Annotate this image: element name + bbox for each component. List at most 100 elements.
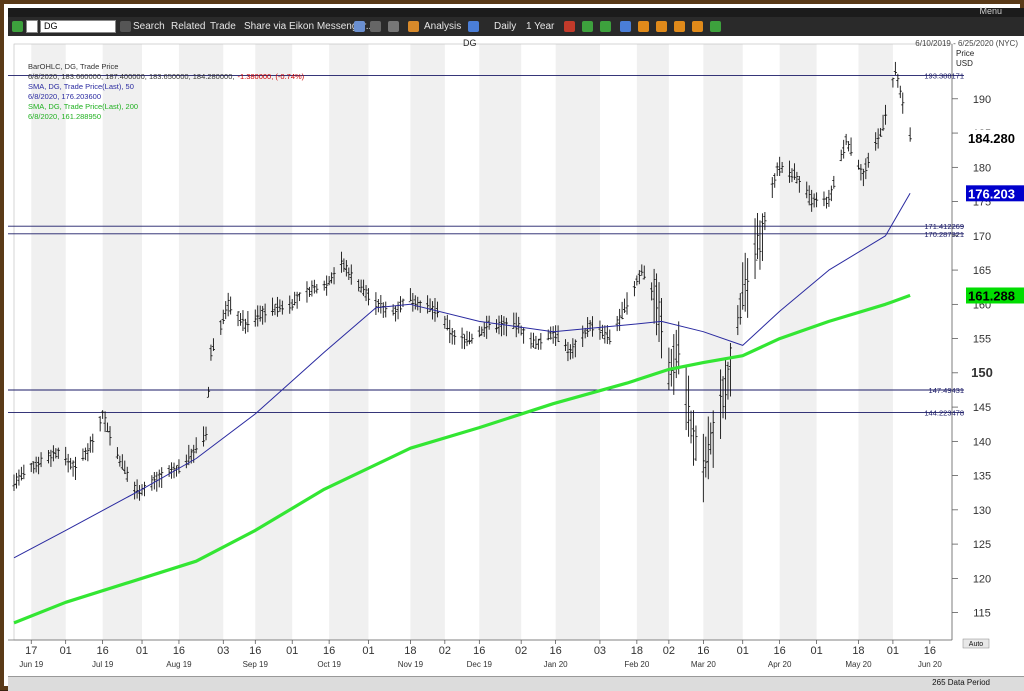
month-band [102, 44, 143, 640]
legend-line-5: SMA, DG, Trade Price(Last), 200 [28, 102, 138, 111]
legend-line-3: SMA, DG, Trade Price(Last), 50 [28, 82, 134, 91]
x-tick-label: 02 [515, 645, 527, 657]
x-tick-label: 18 [852, 645, 864, 657]
x-tick-label: 16 [697, 645, 709, 657]
x-month-label: Jul 19 [92, 660, 114, 669]
x-tick-label: 16 [249, 645, 261, 657]
ohlc-bars [12, 61, 912, 503]
y-tick-label: 130 [973, 505, 991, 517]
y-tick-label: 190 [973, 94, 991, 106]
status-bar: 265 Data Period [8, 676, 1024, 691]
redo-icon[interactable] [370, 21, 381, 32]
x-tick-label: 17 [25, 645, 37, 657]
x-month-label: Nov 19 [398, 660, 424, 669]
x-month-label: Jun 19 [19, 660, 44, 669]
legend-ohlc: 6/8/2020, 183.660000, 187.400000, 183.65… [28, 72, 234, 81]
search-icon[interactable] [26, 20, 38, 33]
period-select[interactable]: 1 Year [526, 17, 554, 36]
x-tick-label: 01 [810, 645, 822, 657]
y-tick-label: 120 [973, 573, 991, 585]
month-band [555, 44, 600, 640]
last-value-label: 184.280 [968, 131, 1015, 146]
scroll-left-icon[interactable] [638, 21, 649, 32]
x-month-label: Oct 19 [317, 660, 341, 669]
bar-chart-icon[interactable] [582, 21, 593, 32]
chart-area[interactable]: 193.388171 171.412269 170.287921 147.49431 1… [8, 36, 1024, 676]
y-tick-label: 155 [973, 334, 991, 346]
analysis-menu[interactable]: Analysis [424, 17, 461, 36]
x-tick-label: 16 [473, 645, 485, 657]
price-chart[interactable]: 193.388171171.412269170.287921147.494311… [8, 36, 1024, 676]
horizontal-line-label: 170.287921 [924, 230, 964, 239]
x-tick-label: 16 [173, 645, 185, 657]
y-tick-label: 140 [973, 436, 991, 448]
search-button[interactable]: Search [133, 17, 165, 36]
month-band [329, 44, 369, 640]
x-tick-label: 16 [550, 645, 562, 657]
chart-type-icon[interactable] [564, 21, 575, 32]
x-month-label: Jun 20 [918, 660, 943, 669]
x-tick-label: 16 [774, 645, 786, 657]
y-tick-label: 180 [973, 162, 991, 174]
x-month-label: Mar 20 [691, 660, 716, 669]
y-axis-label-line-2: USD [956, 59, 973, 68]
legend-line-1: BarOHLC, DG, Trade Price [28, 62, 118, 71]
chart-title: DG [463, 38, 477, 48]
horizontal-line-label: 144.223478 [924, 408, 964, 417]
month-band [410, 44, 445, 640]
x-tick-label: 02 [439, 645, 451, 657]
x-month-label: Aug 19 [166, 660, 192, 669]
x-axis: 17 01 16 01 16 03 16 01 16 01 18 02 16 02 16 03 18 02 16 01… [8, 639, 952, 669]
toolbar: DG Search Related Trade Share via Eikon … [8, 17, 1024, 36]
window-frame: Menu DG Search Related Trade Share via E… [0, 0, 1024, 691]
legend-line-6: 6/8/2020, 161.288950 [28, 112, 101, 121]
data-period-label: 265 Data Period [932, 678, 990, 687]
month-band [479, 44, 522, 640]
x-month-label: Jan 20 [544, 660, 569, 669]
last-value-tags: 184.280 176.203 161.288 [966, 129, 1024, 304]
y-tick-label: 115 [973, 608, 991, 620]
trade-menu[interactable]: Trade [210, 17, 236, 36]
x-tick-label: 01 [60, 645, 72, 657]
legend-line-2: 6/8/2020, 183.660000, 187.400000, 183.65… [28, 72, 305, 81]
y-tick-label: 170 [973, 231, 991, 243]
reset-icon[interactable] [692, 21, 703, 32]
menu-button[interactable]: Menu [979, 6, 1002, 16]
analysis-icon[interactable] [408, 21, 419, 32]
month-band [779, 44, 817, 640]
auto-button-label: Auto [969, 641, 984, 648]
month-bands [13, 43, 953, 641]
template-icon[interactable] [620, 21, 631, 32]
y-tick-label: 135 [973, 471, 991, 483]
month-band [703, 44, 743, 640]
last-value-label: 161.288 [968, 288, 1015, 303]
undo-icon[interactable] [354, 21, 365, 32]
x-tick-label: 02 [663, 645, 675, 657]
zoom-icon[interactable] [674, 21, 685, 32]
month-band [31, 44, 66, 640]
legend-change: -1.380000, (-0.74%) [237, 72, 304, 81]
x-tick-label: 16 [323, 645, 335, 657]
ric-input[interactable]: DG [40, 20, 116, 33]
last-value-label: 176.203 [968, 186, 1015, 201]
related-menu[interactable]: Related [171, 17, 205, 36]
month-band [636, 44, 669, 640]
y-axis-label-line-1: Price [956, 49, 975, 58]
candle-icon[interactable] [600, 21, 611, 32]
x-tick-label: 18 [631, 645, 643, 657]
sma-series [13, 193, 911, 625]
print-icon[interactable] [388, 21, 399, 32]
search-icon[interactable] [120, 21, 131, 32]
x-tick-label: 03 [594, 645, 606, 657]
scroll-right-icon[interactable] [656, 21, 667, 32]
export-icon[interactable] [710, 21, 721, 32]
overlay-icon[interactable] [468, 21, 479, 32]
interval-select[interactable]: Daily [494, 17, 516, 36]
up-arrow-icon[interactable] [12, 21, 23, 32]
y-tick-label: 165 [973, 265, 991, 277]
x-tick-label: 18 [404, 645, 416, 657]
x-month-label: May 20 [845, 660, 872, 669]
x-month-label: Apr 20 [768, 660, 792, 669]
y-tick-label: 145 [973, 402, 991, 414]
title-bar: Menu [8, 6, 1024, 17]
